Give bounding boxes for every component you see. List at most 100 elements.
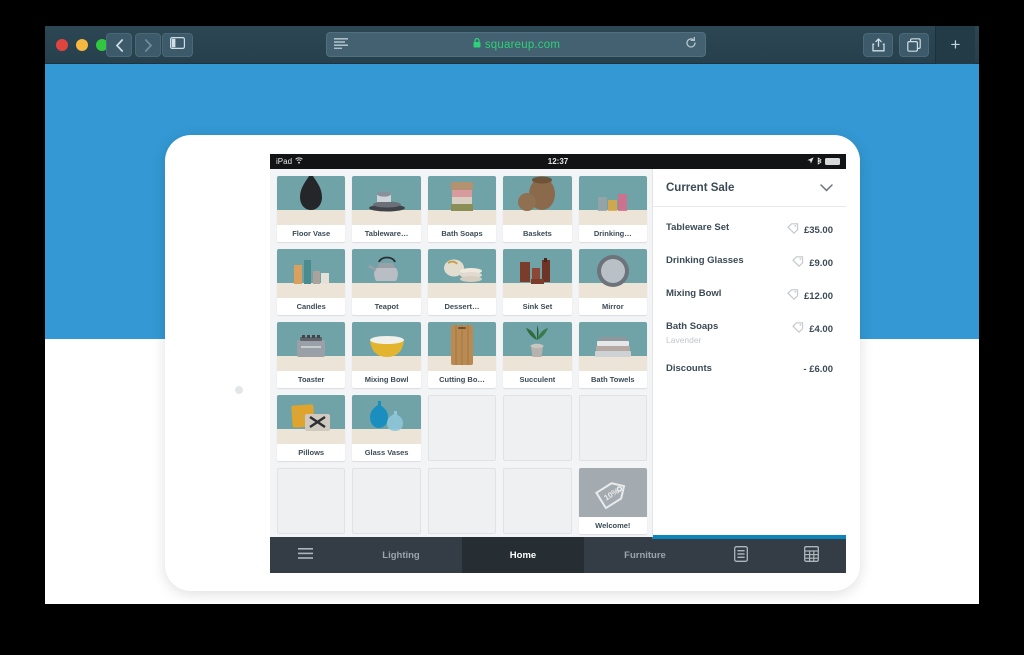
current-sale-header[interactable]: Current Sale bbox=[653, 169, 846, 207]
empty-tile[interactable] bbox=[427, 395, 497, 461]
show-tabs-button[interactable] bbox=[899, 33, 929, 57]
chevron-down-icon[interactable] bbox=[820, 179, 833, 197]
url-text-value: squareup.com bbox=[484, 38, 561, 51]
product-tile[interactable]: Dessert… bbox=[427, 249, 497, 315]
discount-amount: - £6.00 bbox=[803, 363, 833, 375]
bluetooth-icon bbox=[817, 156, 822, 167]
empty-tile[interactable] bbox=[352, 468, 421, 534]
product-label: Dessert… bbox=[427, 298, 497, 315]
product-grid: Floor Vase Tableware… Bath Soaps Baskets… bbox=[277, 176, 647, 534]
empty-tile[interactable] bbox=[427, 468, 497, 534]
product-tile[interactable]: Teapot bbox=[352, 249, 421, 315]
product-thumbnail bbox=[503, 176, 572, 225]
receipt-list-button[interactable] bbox=[706, 537, 776, 573]
product-grid-pane: Floor Vase Tableware… Bath Soaps Baskets… bbox=[270, 169, 652, 573]
empty-tile[interactable] bbox=[503, 468, 572, 534]
product-label: Teapot bbox=[352, 298, 421, 315]
reload-icon[interactable] bbox=[685, 36, 697, 54]
back-button[interactable] bbox=[106, 33, 132, 57]
product-label: Glass Vases bbox=[352, 444, 421, 461]
keypad-icon bbox=[803, 545, 819, 565]
new-tab-button[interactable]: + bbox=[935, 26, 975, 64]
keypad-button[interactable] bbox=[776, 537, 846, 573]
product-thumbnail bbox=[427, 249, 497, 298]
product-thumbnail bbox=[578, 176, 647, 225]
empty-tile[interactable] bbox=[578, 395, 647, 461]
sale-discount-row[interactable]: Discounts - £6.00 bbox=[666, 354, 833, 385]
battery-full-icon bbox=[825, 158, 840, 165]
product-tile[interactable]: Toaster bbox=[277, 322, 346, 388]
product-tile[interactable]: Bath Soaps bbox=[427, 176, 497, 242]
forward-button[interactable] bbox=[135, 33, 161, 57]
product-tile[interactable]: Succulent bbox=[503, 322, 572, 388]
product-tile[interactable]: Sink Set bbox=[503, 249, 572, 315]
ipad-camera-dot bbox=[235, 386, 243, 394]
product-thumbnail bbox=[352, 395, 421, 444]
product-tile[interactable]: Tableware… bbox=[352, 176, 421, 242]
sale-item-price: £9.00 bbox=[809, 257, 833, 269]
product-thumbnail bbox=[503, 249, 572, 298]
product-tile[interactable]: Mixing Bowl bbox=[352, 322, 421, 388]
product-tile[interactable]: Candles bbox=[277, 249, 346, 315]
product-label: Tableware… bbox=[352, 225, 421, 242]
product-tile[interactable]: Glass Vases bbox=[352, 395, 421, 461]
ipad-screen: iPad 12:37 Floor Vase Tableware… Bath So… bbox=[270, 154, 846, 573]
empty-tile[interactable] bbox=[503, 395, 572, 461]
minimize-window-button[interactable] bbox=[76, 39, 88, 51]
product-thumbnail bbox=[427, 322, 497, 371]
product-tile[interactable]: Cutting Bo… bbox=[427, 322, 497, 388]
url-display: squareup.com bbox=[348, 37, 685, 51]
empty-tile[interactable] bbox=[277, 468, 346, 534]
sale-item-name: Bath Soaps bbox=[666, 321, 719, 332]
sale-line-item[interactable]: Bath Soaps Lavender £4.00 bbox=[666, 312, 833, 354]
share-button[interactable] bbox=[863, 33, 893, 57]
close-window-button[interactable] bbox=[56, 39, 68, 51]
show-tabs-icon bbox=[907, 38, 921, 52]
product-label: Cutting Bo… bbox=[427, 371, 497, 388]
sale-item-price-group: £4.00 bbox=[792, 321, 833, 336]
status-bar-right bbox=[807, 156, 840, 167]
product-tile[interactable]: Floor Vase bbox=[277, 176, 346, 242]
address-bar[interactable]: squareup.com bbox=[326, 32, 706, 57]
app-tab-bar: Lighting Home Furniture bbox=[270, 537, 846, 573]
product-tile[interactable]: Baskets bbox=[503, 176, 572, 242]
ipad-device-mockup: iPad 12:37 Floor Vase Tableware… Bath So… bbox=[165, 135, 860, 591]
current-sale-title: Current Sale bbox=[666, 181, 735, 194]
status-bar-clock: 12:37 bbox=[547, 157, 569, 166]
sidebar-toggle-button[interactable] bbox=[162, 33, 193, 57]
tab-bar-accent-line bbox=[652, 537, 846, 539]
lock-icon bbox=[473, 37, 481, 51]
tab-home[interactable]: Home bbox=[462, 537, 584, 573]
product-label: Succulent bbox=[503, 371, 572, 388]
product-tile[interactable]: Drinking… bbox=[578, 176, 647, 242]
discount-tile[interactable]: 10% Welcome! bbox=[578, 468, 647, 534]
tab-lighting[interactable]: Lighting bbox=[340, 537, 462, 573]
product-tile[interactable]: Pillows bbox=[277, 395, 346, 461]
menu-button[interactable] bbox=[270, 537, 340, 573]
reader-view-icon[interactable] bbox=[334, 36, 348, 54]
product-thumbnail bbox=[427, 176, 497, 225]
product-label: Candles bbox=[277, 298, 346, 315]
product-label: Toaster bbox=[277, 371, 346, 388]
product-thumbnail bbox=[277, 249, 346, 298]
product-tile[interactable]: Mirror bbox=[578, 249, 647, 315]
navigation-buttons bbox=[106, 33, 161, 57]
sale-item-price: £35.00 bbox=[803, 224, 833, 236]
discount-label: Discounts bbox=[666, 362, 712, 374]
product-thumbnail bbox=[352, 249, 421, 298]
window-controls bbox=[56, 39, 108, 51]
current-sale-pane: Current Sale Tableware Set £35.00 Drinki… bbox=[652, 169, 846, 573]
location-arrow-icon bbox=[807, 157, 814, 166]
sale-item-price: £4.00 bbox=[809, 323, 833, 335]
price-tag-icon bbox=[792, 256, 804, 270]
product-tile[interactable]: Bath Towels bbox=[578, 322, 647, 388]
sale-item-name-group: Bath Soaps Lavender bbox=[666, 321, 718, 345]
product-label: Drinking… bbox=[578, 225, 647, 242]
tab-furniture[interactable]: Furniture bbox=[584, 537, 706, 573]
sale-line-item[interactable]: Mixing Bowl £12.00 bbox=[666, 279, 833, 312]
toolbar-right-actions bbox=[863, 33, 929, 57]
product-label: Floor Vase bbox=[277, 225, 346, 242]
discount-thumbnail: 10% bbox=[578, 468, 647, 517]
sale-line-item[interactable]: Drinking Glasses £9.00 bbox=[666, 246, 833, 279]
sale-line-item[interactable]: Tableware Set £35.00 bbox=[666, 213, 833, 246]
